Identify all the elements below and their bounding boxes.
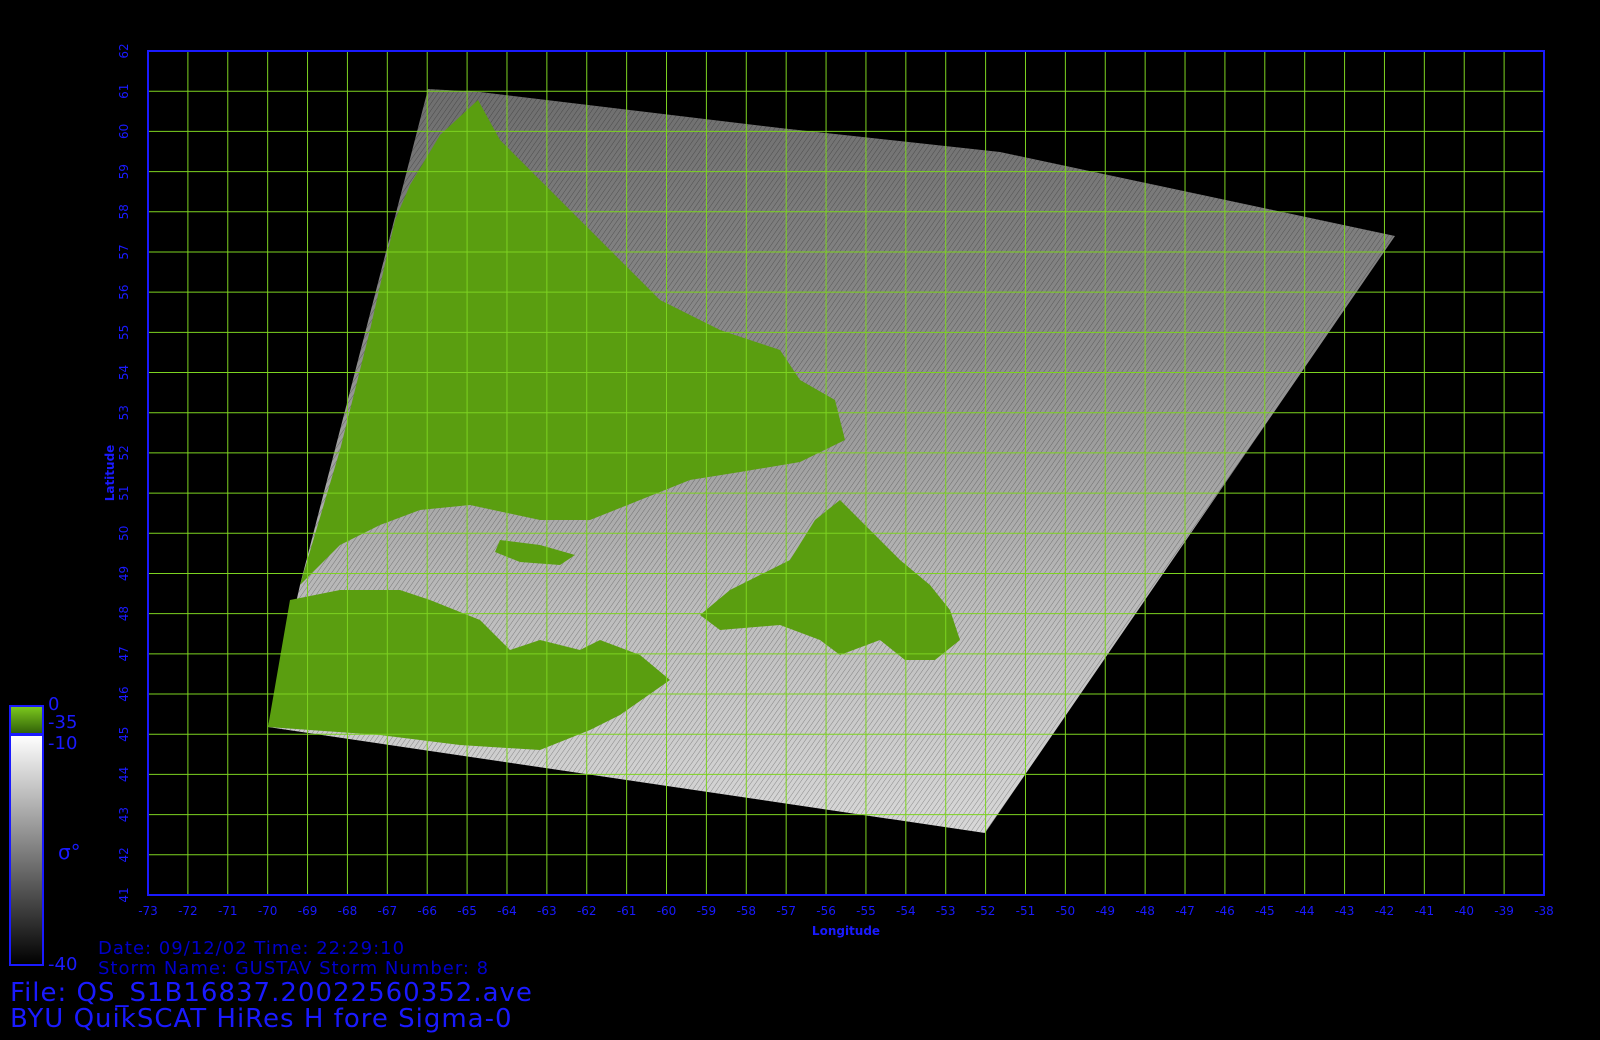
latitude-tick-label: 42	[117, 847, 131, 862]
longitude-tick-label: -40	[1454, 904, 1474, 918]
longitude-tick-label: -50	[1056, 904, 1076, 918]
longitude-tick-label: -42	[1375, 904, 1395, 918]
longitude-tick-label: -54	[896, 904, 916, 918]
longitude-tick-label: -41	[1415, 904, 1435, 918]
longitude-tick-label: -52	[976, 904, 996, 918]
date-time-label: Date: 09/12/02 Time: 22:29:10	[98, 938, 406, 959]
storm-label: Storm Name: GUSTAV Storm Number: 8	[98, 958, 490, 979]
latitude-tick-label: 56	[117, 285, 131, 300]
longitude-tick-label: -48	[1135, 904, 1155, 918]
longitude-tick-label: -73	[138, 904, 158, 918]
latitude-tick-label: 58	[117, 204, 131, 219]
longitude-tick-label: -44	[1295, 904, 1315, 918]
map-canvas: -73 -72 -71 -70 -69 -68 -67 -66 -65 -64 -63 -62 -61 -…	[9, 43, 1554, 966]
longitude-tick-label: -72	[178, 904, 198, 918]
latitude-tick-label: 50	[117, 526, 131, 541]
colorbar-land-swatch	[9, 705, 44, 735]
longitude-tick-label: -38	[1534, 904, 1554, 918]
latitude-tick-label: 44	[117, 767, 131, 782]
longitude-tick-label: -43	[1335, 904, 1355, 918]
colorbar-sea-min: -40	[48, 954, 78, 975]
longitude-tick-label: -59	[697, 904, 717, 918]
colorbar-sea-swatch	[9, 734, 44, 966]
latitude-tick-label: 41	[117, 887, 131, 902]
longitude-tick-label: -45	[1255, 904, 1275, 918]
longitude-tick-label: -58	[736, 904, 756, 918]
latitude-tick-label: 47	[117, 646, 131, 661]
longitude-tick-label: -55	[856, 904, 876, 918]
latitude-tick-label: 49	[117, 566, 131, 581]
latitude-tick-label: 48	[117, 606, 131, 621]
longitude-tick-label: -63	[537, 904, 557, 918]
latitude-tick-label: 60	[117, 124, 131, 139]
latitude-tick-label: 46	[117, 686, 131, 701]
latitude-tick-label: 55	[117, 325, 131, 340]
longitude-tick-label: -68	[338, 904, 358, 918]
longitude-tick-label: -64	[497, 904, 517, 918]
latitude-tick-label: 61	[117, 84, 131, 99]
latitude-tick-label: 43	[117, 807, 131, 822]
longitude-tick-label: -56	[816, 904, 836, 918]
longitude-tick-label: -70	[258, 904, 278, 918]
colorbar-sigma-symbol: σ°	[58, 840, 81, 864]
longitude-tick-label: -46	[1215, 904, 1235, 918]
longitude-tick-label: -57	[776, 904, 796, 918]
longitude-tick-label: -53	[936, 904, 956, 918]
longitude-tick-label: -51	[1016, 904, 1036, 918]
latitude-tick-label: 51	[117, 485, 131, 500]
longitude-tick-label: -60	[657, 904, 677, 918]
colorbar-land-min: -35	[48, 712, 78, 733]
longitude-tick-label: -65	[457, 904, 477, 918]
longitude-tick-label: -66	[417, 904, 437, 918]
longitude-tick-label: -47	[1175, 904, 1195, 918]
latitude-tick-label: 54	[117, 365, 131, 380]
longitude-tick-label: -67	[378, 904, 398, 918]
product-label: BYU QuikSCAT HiRes H fore Sigma-0	[10, 1004, 513, 1034]
longitude-tick-label: -62	[577, 904, 597, 918]
longitude-tick-label: -71	[218, 904, 238, 918]
longitude-tick-label: -39	[1494, 904, 1514, 918]
latitude-tick-labels: 41 42 43 44 45 46 47 48 49 50 51 52 53 54 55 56 57 58 59 60…	[117, 43, 131, 902]
longitude-tick-label: -49	[1095, 904, 1115, 918]
latitude-tick-label: 52	[117, 445, 131, 460]
longitude-tick-labels: -73 -72 -71 -70 -69 -68 -67 -66 -65 -64 -63 -62 -61 -…	[138, 904, 1554, 918]
latitude-tick-label: 62	[117, 43, 131, 58]
latitude-tick-label: 53	[117, 405, 131, 420]
longitude-tick-label: -61	[617, 904, 637, 918]
latitude-tick-label: 59	[117, 164, 131, 179]
latitude-tick-label: 45	[117, 727, 131, 742]
colorbar-sea-max: -10	[48, 733, 78, 754]
longitude-tick-label: -69	[298, 904, 318, 918]
latitude-tick-label: 57	[117, 244, 131, 259]
y-axis-title: Latitude	[103, 445, 117, 502]
x-axis-title: Longitude	[812, 924, 880, 938]
